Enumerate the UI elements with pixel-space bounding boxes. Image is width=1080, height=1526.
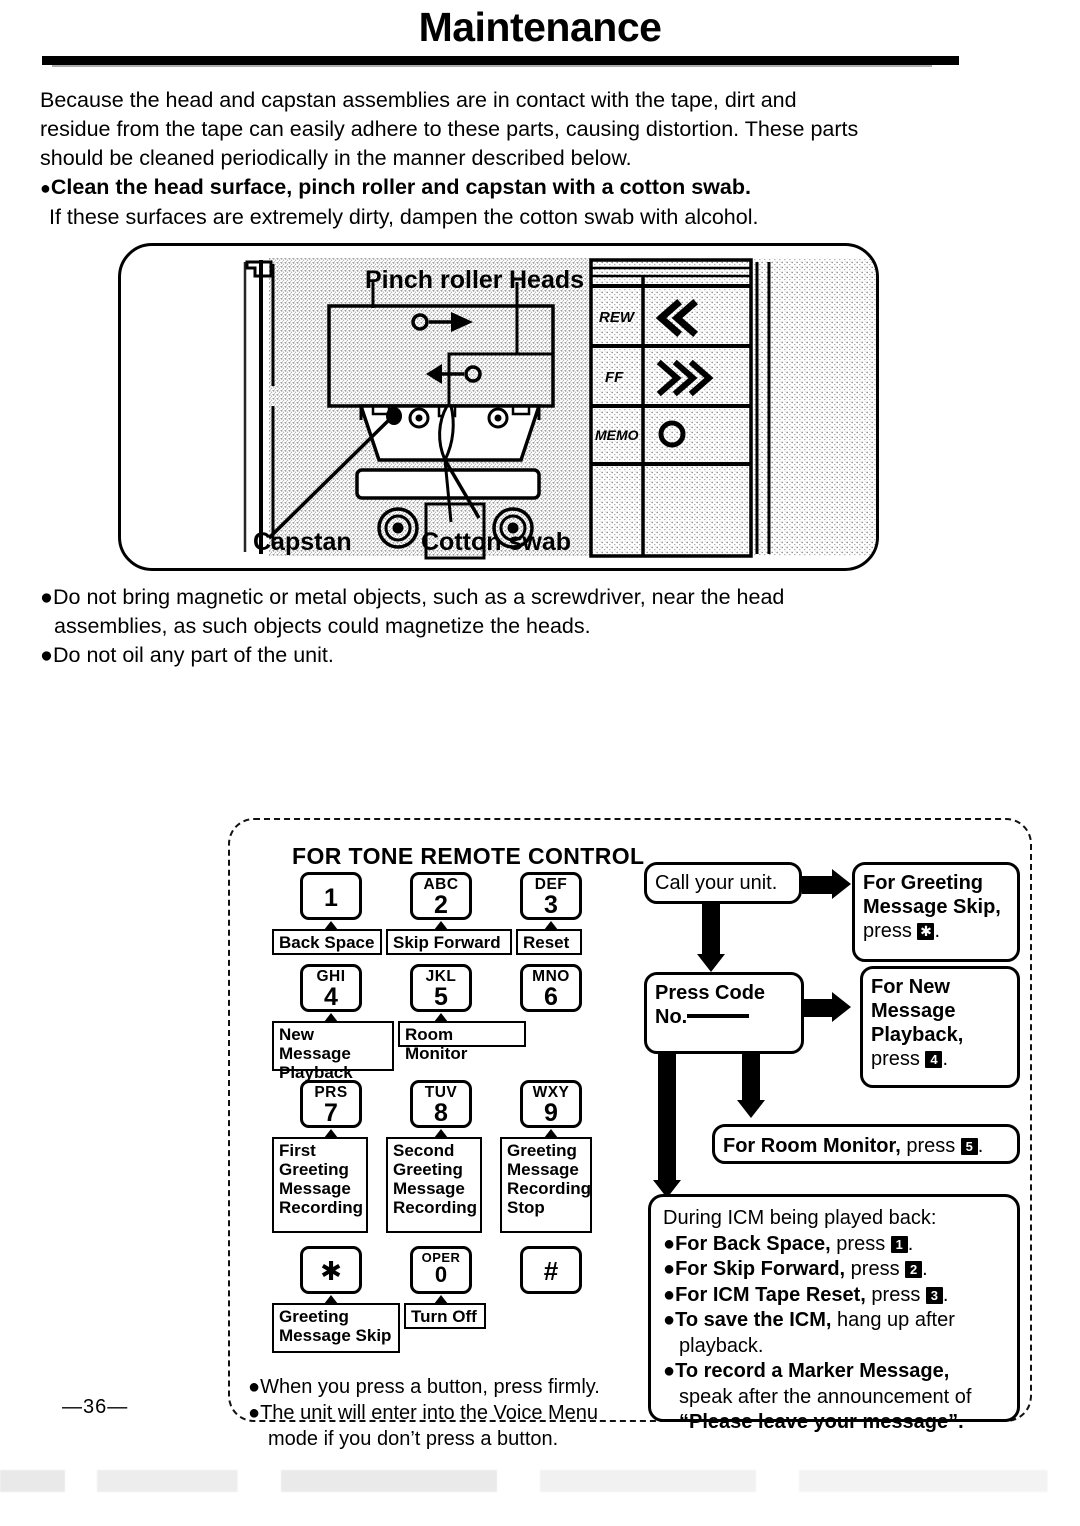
key-star[interactable]: ✱ — [300, 1246, 362, 1294]
label-heads: Heads — [509, 266, 584, 294]
clean-head-subnote: If these surfaces are extremely dirty, d… — [49, 205, 759, 229]
flow-new-message-playback: For New Message Playback, press 4. — [860, 966, 1020, 1088]
bullet-dot-icon: ● — [40, 585, 53, 609]
svg-text:REW: REW — [599, 309, 636, 326]
page-number: —36— — [62, 1396, 129, 1418]
keycap-star: ✱ — [917, 923, 935, 940]
function-greeting-recording-stop: Greeting Message Recording Stop — [500, 1137, 592, 1233]
intro-line-3: should be cleaned periodically in the ma… — [40, 146, 632, 170]
label-cotton-swab: Cotton swab — [421, 528, 571, 556]
tip-2-cont: mode if you don’t press a button. — [268, 1428, 559, 1450]
icm-heading: During ICM being played back: — [663, 1207, 937, 1229]
icm-item-4-cont: playback. — [679, 1334, 764, 1357]
keycap-3: 3 — [925, 1286, 943, 1304]
key-5[interactable]: JKL 5 — [410, 964, 472, 1012]
warning-list: ●Do not bring magnetic or metal objects,… — [40, 583, 990, 670]
function-second-greeting-recording: Second Greeting Message Recording — [386, 1137, 482, 1233]
intro-text: Because the head and capstan assemblies … — [40, 86, 960, 232]
maintenance-illustration: REW FF MEMO Pinch roller Heads Capstan C… — [118, 243, 879, 571]
label-pinch-roller: Pinch roller — [365, 266, 503, 294]
function-greeting-message-skip: Greeting Message Skip — [272, 1303, 400, 1353]
icm-item-2: ●For Skip Forward, press 2. — [663, 1258, 928, 1280]
scan-artifact — [0, 1470, 1080, 1492]
key-pound[interactable]: # — [520, 1246, 582, 1294]
key-6[interactable]: MNO 6 — [520, 964, 582, 1012]
flow-press-code: Press Code No. — [644, 972, 804, 1054]
clean-head-bullet: ●Clean the head surface, pinch roller an… — [40, 175, 751, 199]
flow-room-monitor: For Room Monitor, press 5. — [712, 1124, 1020, 1164]
function-room-monitor: Room Monitor — [398, 1021, 526, 1063]
tip-1: ●When you press a button, press firmly. — [248, 1376, 600, 1398]
function-reset: Reset — [516, 929, 582, 955]
keypad-tips: ●When you press a button, press firmly. … — [248, 1374, 638, 1452]
bullet-dot-icon: ● — [40, 178, 51, 198]
svg-text:FF: FF — [605, 369, 624, 386]
function-new-message-playback: New Message Playback — [272, 1021, 394, 1082]
tone-remote-title: FOR TONE REMOTE CONTROL — [292, 843, 645, 869]
bullet-dot-icon: ● — [40, 643, 53, 667]
icm-item-1: ●For Back Space, press 1. — [663, 1232, 914, 1255]
svg-text:MEMO: MEMO — [595, 427, 639, 443]
icm-item-4: ●To save the ICM, hang up after — [663, 1309, 955, 1331]
document-page: Maintenance Because the head and capstan… — [0, 0, 1080, 1526]
key-2[interactable]: ABC 2 — [410, 872, 472, 920]
icm-item-5-quote: “Please leave your message”. — [679, 1411, 964, 1433]
flow-greeting-message-skip: For Greeting Message Skip, press ✱. — [852, 862, 1020, 962]
title-rule — [42, 56, 959, 67]
icm-item-3: ●For ICM Tape Reset, press 3. — [663, 1283, 949, 1306]
keypad: 1 ABC 2 DEF 3 Back Space Skip Forward Re… — [272, 872, 622, 1372]
key-3[interactable]: DEF 3 — [520, 872, 582, 920]
icm-item-5: ●To record a Marker Message, — [663, 1360, 950, 1382]
icm-item-5-cont: speak after the announcement of — [679, 1385, 972, 1408]
keycap-4: 4 — [925, 1051, 943, 1068]
warning-1: ●Do not bring magnetic or metal objects,… — [40, 585, 785, 609]
label-capstan: Capstan — [253, 528, 352, 556]
code-blank-line — [687, 1014, 750, 1018]
keycap-5: 5 — [960, 1138, 978, 1155]
keycap-2: 2 — [905, 1261, 923, 1278]
mechanism-diagram: REW FF MEMO Pinch roller Heads Capstan C… — [243, 258, 876, 560]
warning-2: ●Do not oil any part of the unit. — [40, 643, 334, 667]
key-8[interactable]: TUV 8 — [410, 1080, 472, 1128]
tip-2: ●The unit will enter into the Voice Menu — [248, 1402, 599, 1424]
function-turn-off: Turn Off — [404, 1303, 486, 1329]
key-1[interactable]: 1 — [300, 872, 362, 920]
intro-line-1: Because the head and capstan assemblies … — [40, 88, 797, 112]
key-4[interactable]: GHI 4 — [300, 964, 362, 1012]
key-0[interactable]: OPER 0 — [410, 1246, 472, 1294]
intro-line-2: residue from the tape can easily adhere … — [40, 117, 859, 141]
function-back-space: Back Space — [272, 929, 382, 955]
function-first-greeting-recording: First Greeting Message Recording — [272, 1137, 368, 1233]
keycap-1: 1 — [890, 1235, 908, 1253]
icm-instruction-box: During ICM being played back: ●For Back … — [648, 1194, 1020, 1433]
key-9[interactable]: WXY 9 — [520, 1080, 582, 1128]
warning-1-cont: assemblies, as such objects could magnet… — [54, 614, 591, 638]
function-skip-forward: Skip Forward — [386, 929, 512, 955]
key-7[interactable]: PRS 7 — [300, 1080, 362, 1128]
flow-call-your-unit: Call your unit. — [644, 862, 802, 904]
page-title: Maintenance — [418, 4, 662, 50]
